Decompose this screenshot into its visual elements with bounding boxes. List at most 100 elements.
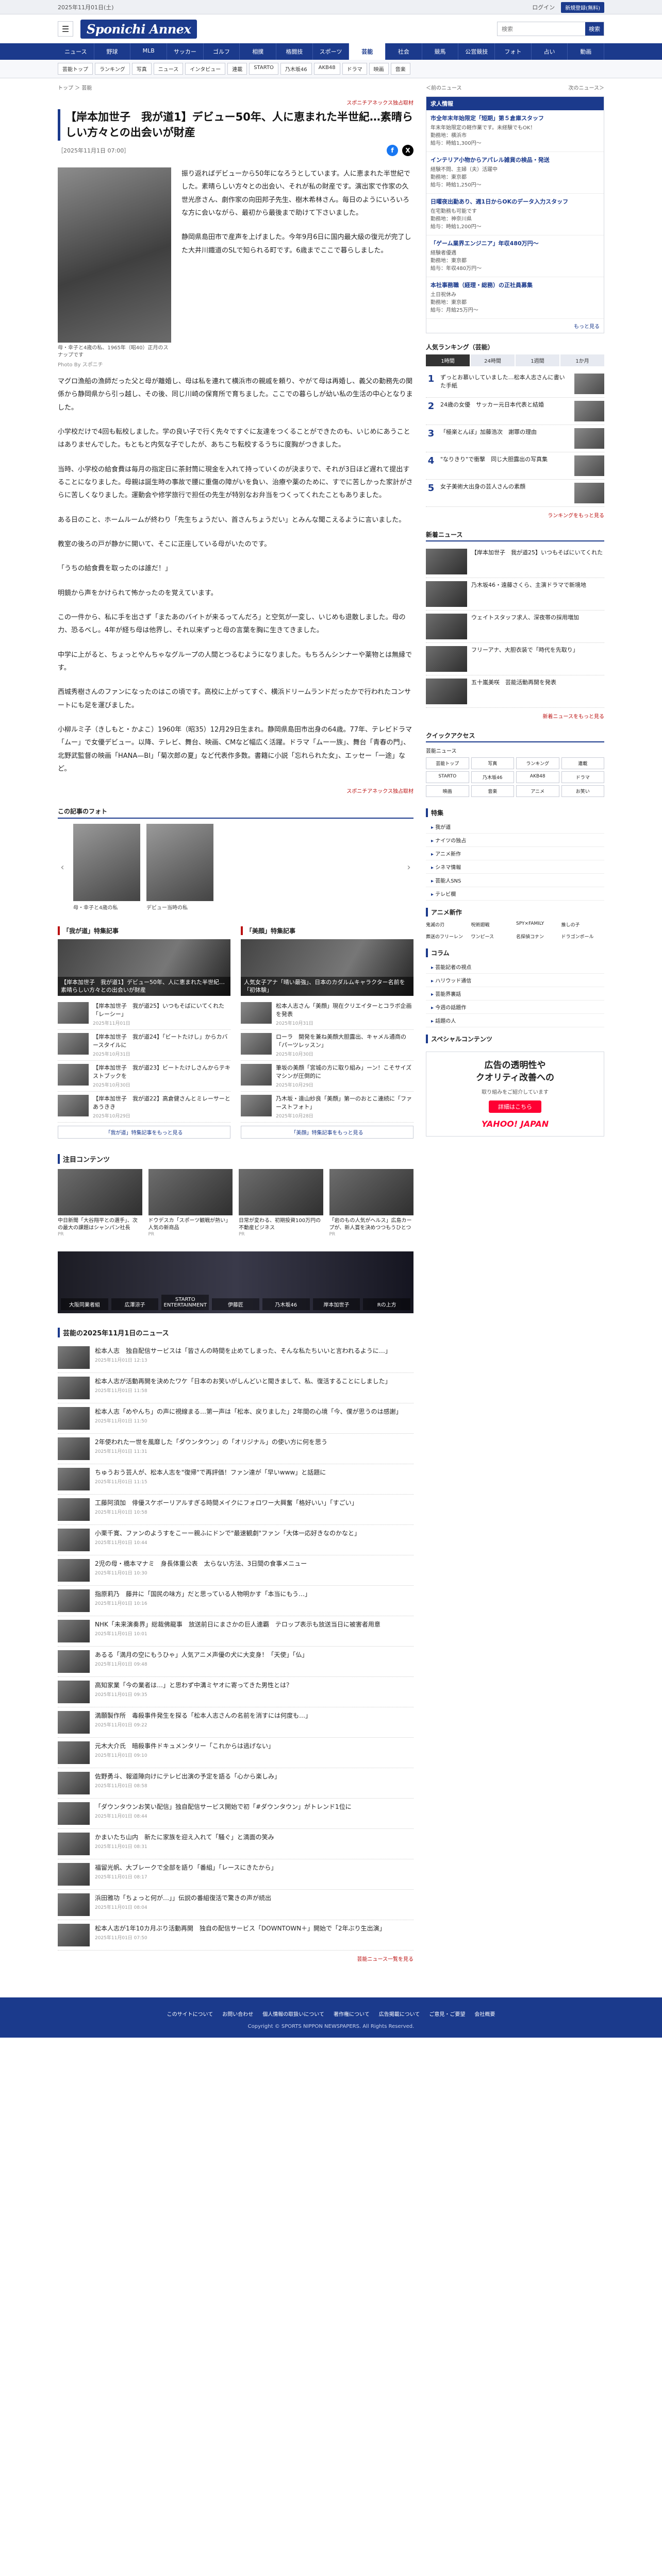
news-thumbnail[interactable] (58, 1619, 90, 1642)
prev-news-link[interactable]: ＜前のニュース (426, 83, 462, 91)
anime-link[interactable]: 鬼滅の刃 (426, 920, 469, 929)
ranking-title[interactable]: 女子美術大出身の芸人さんの素顔 (440, 483, 570, 491)
news-title[interactable]: 2年使われた一世を風靡した「ダウンタウン」の「オリジナル」の使い方に何を思う (95, 1437, 327, 1447)
side-news-item[interactable]: ウェイトスタッフ求人、深夜帯の採用増加 (426, 611, 604, 643)
ranking-item[interactable]: 1 ずっとお慕いしていました…松本人志さんに書いた手紙 (426, 370, 604, 398)
news-title[interactable]: 福留光帆、大ブレークで全部を語り「番組」「レースにきたから」 (95, 1863, 277, 1872)
list-thumbnail[interactable] (58, 1095, 89, 1117)
news-title[interactable]: 浜田雅功「ちょっと何が…」」伝説の番組復活で驚きの声が続出 (95, 1893, 271, 1903)
side-news-thumbnail[interactable] (426, 646, 467, 672)
news-thumbnail[interactable] (58, 1528, 90, 1551)
news-thumbnail[interactable] (58, 1802, 90, 1825)
news-thumbnail[interactable] (58, 1376, 90, 1399)
news-thumbnail[interactable] (58, 1437, 90, 1460)
quick-link[interactable]: ランキング (516, 757, 559, 769)
subnav-chip[interactable]: STARTO (249, 63, 278, 75)
job-title[interactable]: 本社事務職（経理・総務）の正社員募集 (431, 281, 600, 290)
list-title[interactable]: 乃木坂・遠山紗良「美顔」第一のおとこ連続に「ファーストフォト」 (276, 1095, 413, 1111)
news-thumbnail[interactable] (58, 1498, 90, 1521)
news-title[interactable]: 2児の母・橋本マナミ 身長体重公表 太らない方法、3日間の食事メニュー (95, 1559, 307, 1568)
quick-link[interactable]: 映画 (426, 785, 469, 797)
ranking-item[interactable]: 5 女子美術大出身の芸人さんの素顔 (426, 480, 604, 507)
list-item[interactable]: 乃木坂・遠山紗良「美顔」第一のおとこ連続に「ファーストフォト」 2025年10月2… (241, 1092, 413, 1123)
news-row[interactable]: 小栗千寛、ファンのようすをこーー親ふにドンで"最速観劇"ファン「大体一応好きなの… (58, 1525, 413, 1555)
nav-item[interactable]: ニュース (58, 43, 94, 60)
ranking-thumbnail[interactable] (574, 428, 604, 449)
subnav-chip[interactable]: ドラマ (342, 63, 367, 75)
news-thumbnail[interactable] (58, 1832, 90, 1855)
news-more-link[interactable]: 新着ニュースをもっと見る (426, 712, 605, 720)
feature-card[interactable]: 【岸本加世子 我が道1】デビュー50年、人に恵まれた半世紀…素晴らしい方々との出… (58, 939, 230, 996)
news-row[interactable]: ちゅうおう芸人が、松本人志を"復帰"で再評価！ファン達が「早いwww」と話題に 2… (58, 1464, 413, 1495)
list-title[interactable]: ローラ 開発を兼ね美顔大胆露出、キャメル通商の「パーツレッスン」 (276, 1033, 413, 1049)
list-item[interactable]: ローラ 開発を兼ね美顔大胆露出、キャメル通商の「パーツレッスン」 2025年10月… (241, 1030, 413, 1061)
list-item[interactable]: 松本人志さん「美顔」現在クリエイターとコラボ企画を発表 2025年10月31日 (241, 999, 413, 1030)
nav-item[interactable]: 相撲 (240, 43, 277, 60)
ranking-thumbnail[interactable] (574, 373, 604, 394)
latest-more-link[interactable]: 芸能ニュース一覧を見る (58, 1955, 414, 1962)
nav-item[interactable]: MLB (130, 43, 168, 60)
side-news-title[interactable]: ウェイトスタッフ求人、深夜帯の採用増加 (471, 614, 579, 639)
side-news-item[interactable]: フリーアナ、大胆衣装で「時代を先取り」 (426, 643, 604, 675)
ranking-title[interactable]: ずっとお慕いしていました…松本人志さんに書いた手紙 (440, 374, 570, 390)
ranking-title[interactable]: "なりきり"で衝撃 同じ大胆露出の写真集 (440, 455, 570, 464)
footer-link[interactable]: 会社概要 (474, 2010, 495, 2018)
anime-link[interactable]: SPY×FAMILY (516, 920, 559, 929)
banner-label[interactable]: 伊藤匠 (212, 1298, 259, 1310)
footer-link[interactable]: ご意見・ご要望 (429, 2010, 465, 2018)
job-listing[interactable]: 「ゲーム業界エンジニア」年収480万円〜 経験者優遇 勤務地：東京都 給与：年収4… (426, 235, 604, 277)
special-link[interactable]: テレビ欄 (426, 887, 604, 901)
quick-link[interactable]: 写真 (471, 757, 514, 769)
register-button[interactable]: 新規登録(無料) (561, 2, 604, 13)
news-row[interactable]: 高知家業「今の業者は…」と思わず中溝ミヤオに寄ってきた男性とは？ 2025年11月… (58, 1677, 413, 1707)
ranking-tab[interactable]: 1時間 (426, 354, 470, 366)
news-row[interactable]: 松本人志が1年10カ月ぶり活動再開 独自の配信サービス「DOWNTOWN＋」開始… (58, 1920, 413, 1951)
list-title[interactable]: 【岸本加世子 我が道22】高倉健さんとミレーサーとあうきき (93, 1095, 230, 1111)
subnav-chip[interactable]: 連載 (227, 63, 247, 75)
facebook-share-icon[interactable]: f (387, 144, 398, 156)
side-news-thumbnail[interactable] (426, 613, 467, 639)
news-thumbnail[interactable] (58, 1741, 90, 1764)
subnav-chip[interactable]: 写真 (131, 63, 152, 75)
gallery-thumb[interactable]: デビュー当時の私 (146, 824, 213, 911)
job-listing[interactable]: 市全年末年始限定「短期」第５倉庫スタッフ 年末年始限定の軽作業です。未経験でもOK… (426, 110, 604, 152)
banner-label[interactable]: 大阪同業者組 (61, 1298, 108, 1310)
quick-link[interactable]: STARTO (426, 771, 469, 783)
news-title[interactable]: あるる「満月の空にもうひゃ」人気アニメ声優の犬に大変身！「天使」「仏」 (95, 1650, 308, 1659)
subnav-chip[interactable]: 音楽 (390, 63, 410, 75)
list-item[interactable]: 【岸本加世子 我が道22】高倉健さんとミレーサーとあうきき 2025年10月29日 (58, 1092, 230, 1123)
news-row[interactable]: 元木大介氏 暗殺事件ドキュメンタリー「これからは逃げない」 2025年11月01日… (58, 1738, 413, 1768)
news-title[interactable]: 松本人志が活動再開を決めたワケ「日本のお笑いがしんどいと聞きまして、私、復活する… (95, 1377, 391, 1386)
list-thumbnail[interactable] (241, 1002, 272, 1024)
subnav-chip[interactable]: インタビュー (185, 63, 226, 75)
anime-link[interactable]: 推しの子 (561, 920, 605, 929)
subnav-chip[interactable]: 芸能トップ (58, 63, 93, 75)
login-link[interactable]: ログイン (532, 3, 555, 11)
news-title[interactable]: 「ダウンタウンお笑い配信」独自配信サービス開始で初「#ダウンタウン」がトレンド1… (95, 1802, 352, 1811)
x-share-icon[interactable]: X (402, 144, 413, 156)
side-news-thumbnail[interactable] (426, 548, 467, 574)
banner-label[interactable]: 岸本加世子 (312, 1298, 360, 1310)
column-link[interactable]: 話題の人 (426, 1014, 604, 1027)
news-row[interactable]: 松本人志が活動再開を決めたワケ「日本のお笑いがしんどいと聞きまして、私、復活する… (58, 1373, 413, 1403)
jobs-more-link[interactable]: もっと見る (426, 319, 604, 333)
job-listing[interactable]: インテリア小物からアパレル雑貨の検品・発送 経験不問、主婦（夫）活躍中 勤務地：東… (426, 152, 604, 194)
news-row[interactable]: 指原莉乃 藤井に「国民の味方」だと思っている人物明かす「本当にもう…」 2025年… (58, 1586, 413, 1616)
gallery-next-icon[interactable]: › (404, 862, 413, 873)
list-thumbnail[interactable] (241, 1064, 272, 1086)
news-thumbnail[interactable] (58, 1558, 90, 1582)
ranking-thumbnail[interactable] (574, 482, 604, 503)
list-title[interactable]: 筆坂の美顔「宮城の方に取り組み」ーン！こそサイズマシンが圧倒的に (276, 1064, 413, 1080)
list-thumbnail[interactable] (241, 1095, 272, 1117)
next-news-link[interactable]: 次のニュース＞ (569, 83, 605, 91)
ranking-more-link[interactable]: ランキングをもっと見る (426, 511, 604, 519)
news-row[interactable]: 松本人志 独自配信サービスは「皆さんの時間を止めてしまった、そんな私たちいいと言… (58, 1343, 413, 1373)
hamburger-menu-icon[interactable]: ☰ (58, 21, 73, 37)
news-thumbnail[interactable] (58, 1862, 90, 1886)
content-card[interactable]: ドウデスカ「スポーツ観戦が熱い」 人気の新商品 PR (148, 1168, 233, 1237)
quick-link[interactable]: AKB48 (516, 771, 559, 783)
quick-link[interactable]: 連載 (561, 757, 604, 769)
subnav-chip[interactable]: ニュース (153, 63, 184, 75)
ranking-thumbnail[interactable] (574, 400, 604, 421)
gallery-image[interactable] (73, 824, 140, 902)
